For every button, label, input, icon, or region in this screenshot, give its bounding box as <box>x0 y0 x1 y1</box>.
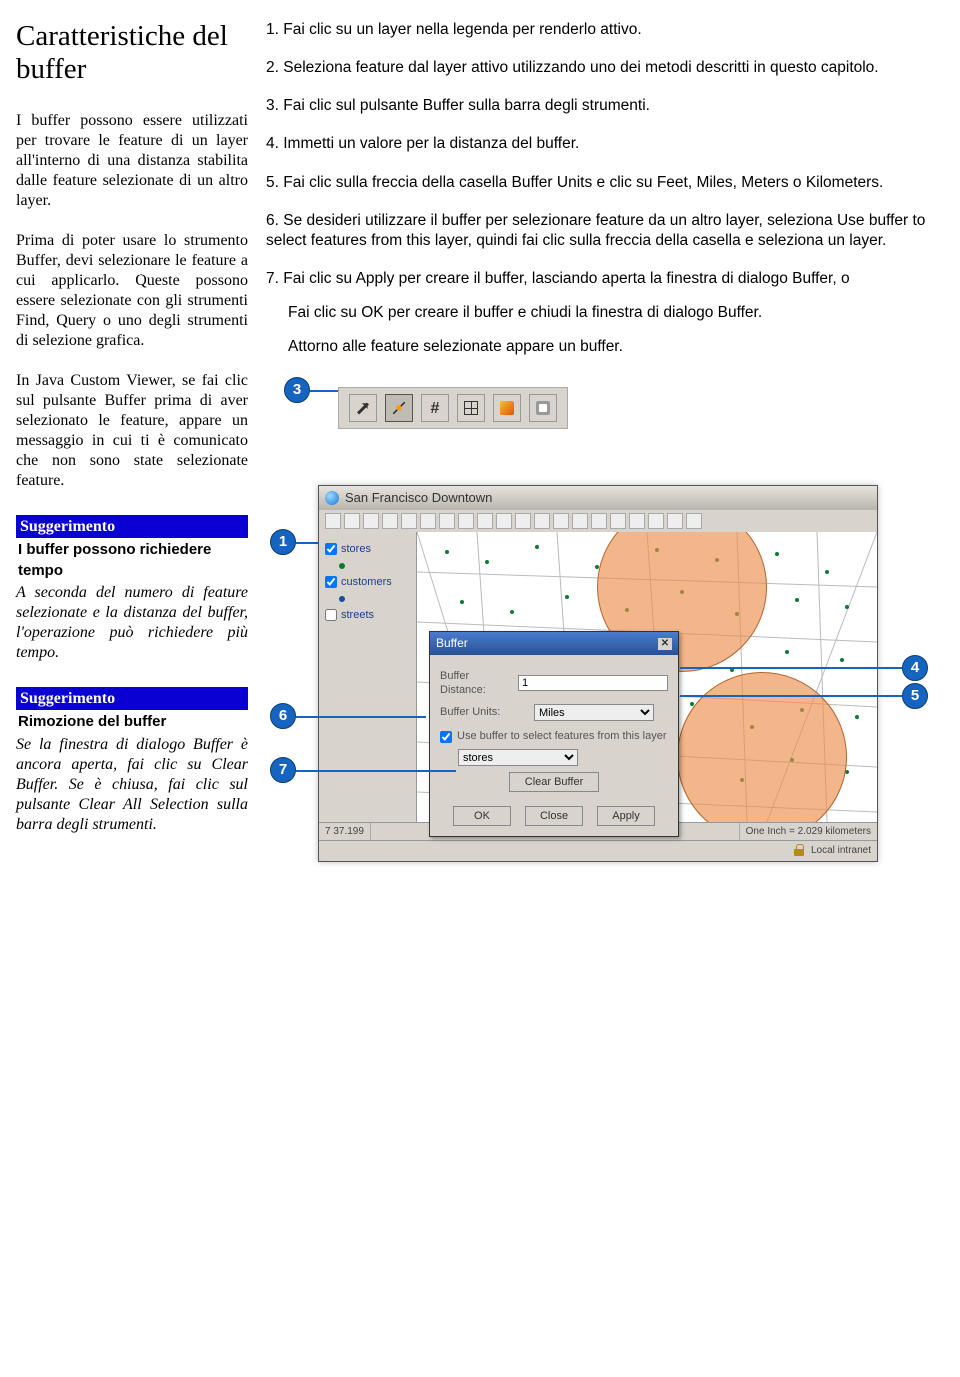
buffer-tool-button[interactable] <box>385 394 413 422</box>
step-7-text: 7. Fai clic su Apply per creare il buffe… <box>266 270 850 287</box>
select-tool-button[interactable]: # <box>421 394 449 422</box>
legend-label-customers: customers <box>341 575 392 590</box>
callout-1: 1 <box>270 529 296 555</box>
step-7-sub-a: Fai clic su OK per creare il buffer e ch… <box>266 303 932 323</box>
dialog-titlebar[interactable]: Buffer ✕ <box>430 632 678 654</box>
pencil-tool-button[interactable] <box>349 394 377 422</box>
app-titlebar: San Francisco Downtown <box>319 486 877 510</box>
app-tb-btn[interactable] <box>648 513 664 529</box>
units-select[interactable]: Miles <box>534 704 654 721</box>
status-scale: One Inch = 2.029 kilometers <box>739 823 877 841</box>
distance-label: Buffer Distance: <box>440 669 512 699</box>
use-buffer-label: Use buffer to select features from this … <box>457 729 667 744</box>
callout-3: 3 <box>284 377 310 403</box>
app-tb-btn[interactable] <box>686 513 702 529</box>
app-tb-btn[interactable] <box>610 513 626 529</box>
footer-bar: Local intranet <box>319 840 877 861</box>
figure-area: 3 # 1 San Francisco Downtown <box>266 377 932 907</box>
callout-6: 6 <box>270 703 296 729</box>
use-buffer-checkbox[interactable] <box>440 731 452 743</box>
units-label: Buffer Units: <box>440 705 528 720</box>
layers-tool-button[interactable] <box>493 394 521 422</box>
callout-7-line <box>296 770 456 772</box>
step-4: 4. Immetti un valore per la distanza del… <box>266 134 932 154</box>
app-tb-btn[interactable] <box>325 513 341 529</box>
step-1: 1. Fai clic su un layer nella legenda pe… <box>266 20 932 40</box>
intro-para-1: I buffer possono essere utilizzati per t… <box>16 111 248 211</box>
app-tb-btn[interactable] <box>572 513 588 529</box>
callout-7: 7 <box>270 757 296 783</box>
clear-buffer-button[interactable]: Clear Buffer <box>509 772 599 792</box>
tip-2-subtitle: Rimozione del buffer <box>16 712 248 732</box>
step-5: 5. Fai clic sulla freccia della casella … <box>266 173 932 193</box>
ok-button[interactable]: OK <box>453 806 511 826</box>
legend-label-stores: stores <box>341 542 371 557</box>
legend-item-stores[interactable]: stores <box>325 542 410 557</box>
callout-6-line <box>296 716 426 718</box>
apply-button[interactable]: Apply <box>597 806 655 826</box>
buffer-dialog: Buffer ✕ Buffer Distance: Buffer Units: … <box>429 631 679 837</box>
footer-text: Local intranet <box>811 844 871 858</box>
tip-2-body: Se la finestra di dialogo Buffer è ancor… <box>16 735 248 835</box>
close-button[interactable]: Close <box>525 806 583 826</box>
tip-1-subtitle: I buffer possono richiedere tempo <box>16 540 248 581</box>
step-5-text: 5. Fai clic sulla freccia della casella … <box>266 174 883 191</box>
step-7: 7. Fai clic su Apply per creare il buffe… <box>266 269 932 357</box>
dialog-title-text: Buffer <box>436 635 468 651</box>
app-tb-btn[interactable] <box>344 513 360 529</box>
app-tb-btn[interactable] <box>382 513 398 529</box>
callout-5-line <box>680 695 902 697</box>
app-tb-btn[interactable] <box>439 513 455 529</box>
app-tb-btn[interactable] <box>401 513 417 529</box>
step-3: 3. Fai clic sul pulsante Buffer sulla ba… <box>266 96 932 116</box>
app-title-text: San Francisco Downtown <box>345 489 492 507</box>
app-tb-btn[interactable] <box>496 513 512 529</box>
step-7-sub-b: Attorno alle feature selezionate appare … <box>266 337 932 357</box>
callout-4-line <box>680 667 902 669</box>
tip-2-head: Suggerimento <box>16 687 248 711</box>
app-tb-btn[interactable] <box>534 513 550 529</box>
intro-para-3: In Java Custom Viewer, se fai clic sul p… <box>16 371 248 491</box>
distance-input[interactable] <box>518 675 668 691</box>
tip-1-body: A seconda del numero di feature selezion… <box>16 583 248 663</box>
app-tb-btn[interactable] <box>458 513 474 529</box>
legend-panel: stores customers streets <box>319 532 417 822</box>
step-6: 6. Se desideri utilizzare il buffer per … <box>266 211 932 251</box>
dialog-close-icon[interactable]: ✕ <box>658 638 672 650</box>
tip-1-head: Suggerimento <box>16 515 248 539</box>
legend-item-customers[interactable]: customers <box>325 575 410 590</box>
app-tb-btn[interactable] <box>591 513 607 529</box>
legend-item-streets[interactable]: streets <box>325 608 410 623</box>
callout-4: 4 <box>902 655 928 681</box>
clear-tool-button[interactable] <box>529 394 557 422</box>
toolbar-screenshot: # <box>338 387 568 429</box>
app-tb-btn[interactable] <box>629 513 645 529</box>
step-2: 2. Seleziona feature dal layer attivo ut… <box>266 58 932 78</box>
legend-chk-customers[interactable] <box>325 576 337 588</box>
status-coords: 7 37.199 <box>319 823 371 841</box>
legend-chk-streets[interactable] <box>325 609 337 621</box>
app-toolbar <box>319 510 877 532</box>
lock-icon <box>793 844 805 856</box>
app-tb-btn[interactable] <box>363 513 379 529</box>
app-tb-btn[interactable] <box>667 513 683 529</box>
app-tb-btn[interactable] <box>477 513 493 529</box>
app-window: San Francisco Downtown stores cu <box>318 485 878 862</box>
app-tb-btn[interactable] <box>420 513 436 529</box>
intro-para-2: Prima di poter usare lo strumento Buffer… <box>16 231 248 351</box>
app-tb-btn[interactable] <box>515 513 531 529</box>
layer-select[interactable]: stores <box>458 749 578 766</box>
table-tool-button[interactable] <box>457 394 485 422</box>
globe-icon <box>325 491 339 505</box>
app-tb-btn[interactable] <box>553 513 569 529</box>
page-title: Caratteristiche del buffer <box>16 20 248 87</box>
legend-chk-stores[interactable] <box>325 543 337 555</box>
callout-5: 5 <box>902 683 928 709</box>
legend-label-streets: streets <box>341 608 374 623</box>
